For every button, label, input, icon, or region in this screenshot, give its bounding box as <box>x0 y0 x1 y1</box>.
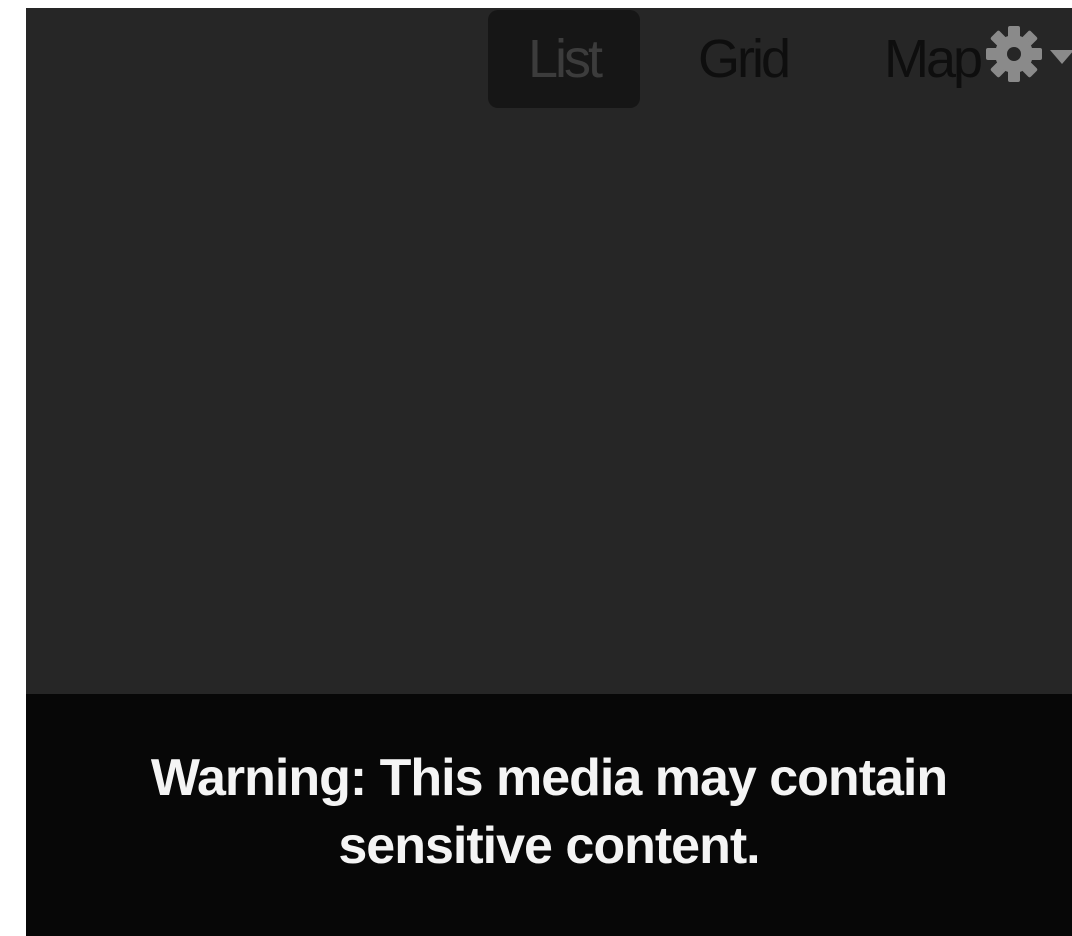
media-viewer: List Grid Map Warning: This media may co… <box>26 8 1072 936</box>
view-toolbar: List Grid Map <box>26 8 1072 118</box>
tab-list-view[interactable]: List <box>488 10 640 108</box>
sensitive-content-warning-text: Warning: This media may contain sensitiv… <box>150 749 948 875</box>
tab-grid-view[interactable]: Grid <box>688 10 798 108</box>
tab-map-view[interactable]: Map <box>878 10 986 108</box>
settings-dropdown-button[interactable] <box>984 22 1072 86</box>
sensitive-content-warning-bar[interactable]: Warning: This media may contain sensitiv… <box>26 694 1072 936</box>
caret-down-icon <box>1050 50 1072 64</box>
